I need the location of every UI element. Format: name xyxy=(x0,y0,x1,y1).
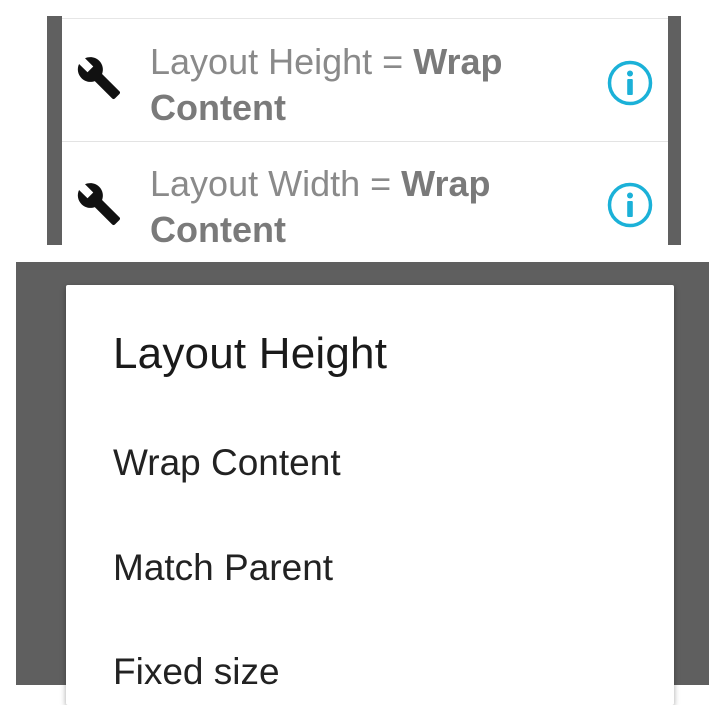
option-match-parent[interactable]: Match Parent xyxy=(113,547,333,589)
property-panel: Layout Height = Wrap Content Layout Widt… xyxy=(47,16,681,250)
property-value-line1: Wrap xyxy=(401,163,491,204)
property-row-layout-height[interactable]: Layout Height = Wrap Content xyxy=(62,18,668,142)
property-row-layout-width[interactable]: Layout Width = Wrap Content xyxy=(62,143,668,250)
property-name: Layout Height xyxy=(150,41,373,82)
property-text: Layout Height = Wrap Content xyxy=(150,39,550,131)
property-value-line2: Content xyxy=(150,209,286,250)
layout-height-dialog: Layout Height Wrap Content Match Parent … xyxy=(66,285,674,705)
property-separator: = xyxy=(360,163,402,204)
info-icon[interactable] xyxy=(606,59,654,107)
property-value-line1: Wrap xyxy=(413,41,503,82)
option-fixed-size[interactable]: Fixed size xyxy=(113,651,280,693)
property-separator: = xyxy=(372,41,414,82)
property-name: Layout Width xyxy=(150,163,361,204)
dialog-title: Layout Height xyxy=(113,329,388,378)
property-text: Layout Width = Wrap Content xyxy=(150,161,550,253)
panel-left-border xyxy=(47,16,62,245)
panel-right-border xyxy=(668,16,681,245)
property-value-line2: Content xyxy=(150,87,286,128)
info-icon[interactable] xyxy=(606,181,654,229)
wrench-icon xyxy=(77,57,121,100)
option-wrap-content[interactable]: Wrap Content xyxy=(113,442,341,484)
wrench-icon xyxy=(77,183,121,226)
